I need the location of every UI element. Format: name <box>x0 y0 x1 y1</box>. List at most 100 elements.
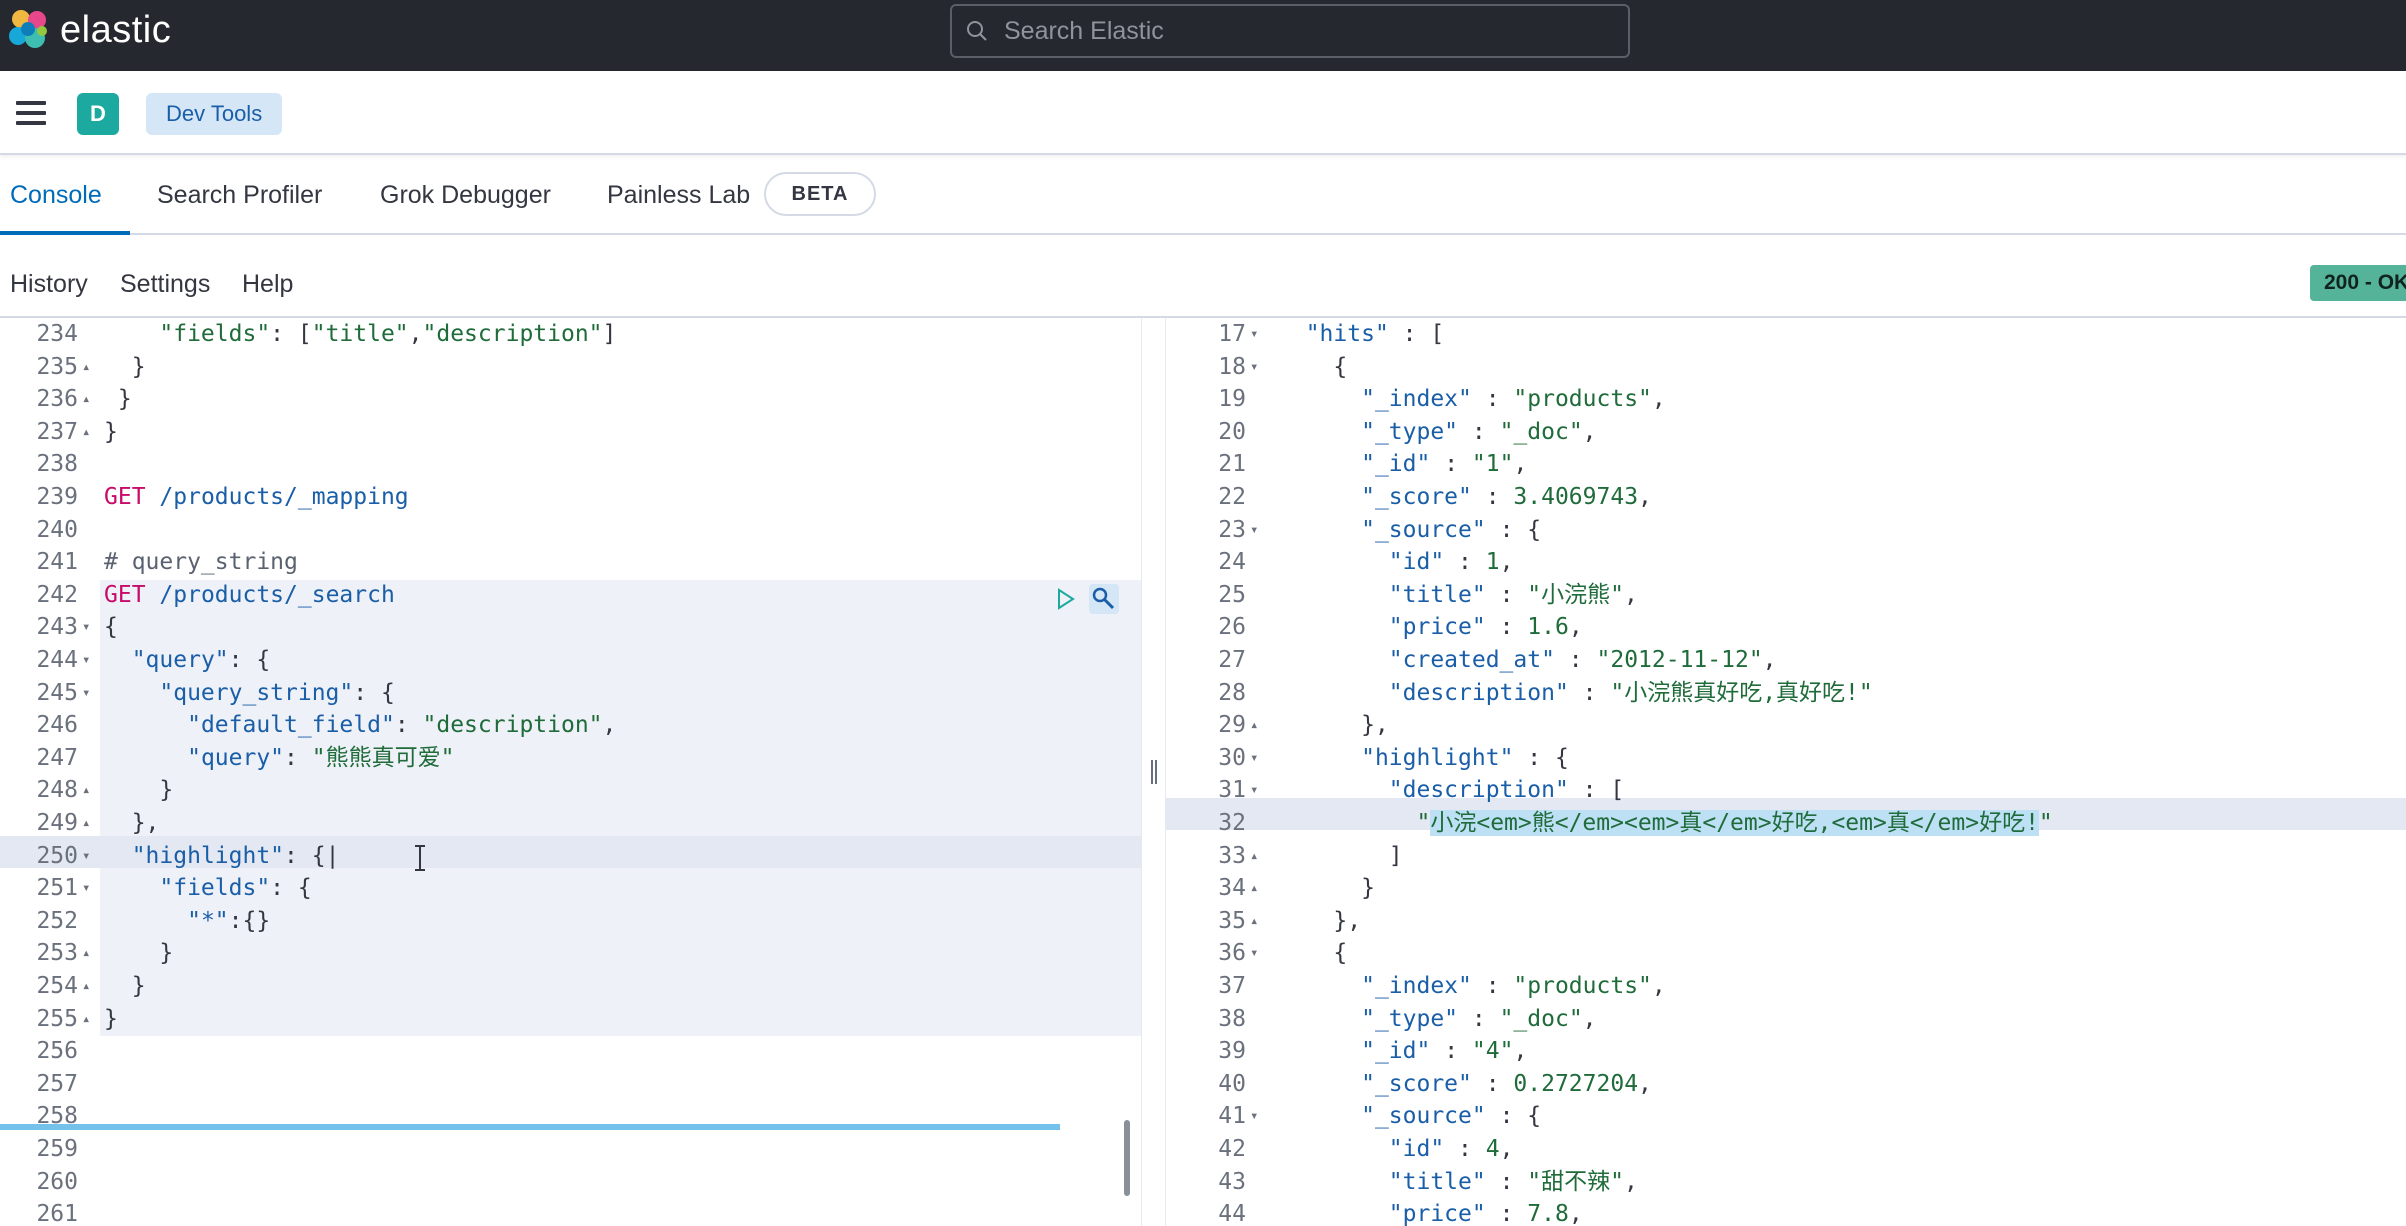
code-line[interactable]: 260 <box>0 1166 1141 1198</box>
code-line[interactable]: 42 "id" : 4, <box>1166 1133 2406 1165</box>
code-line[interactable]: 20 "_type" : "_doc", <box>1166 416 2406 448</box>
code-line[interactable]: 19 "_index" : "products", <box>1166 383 2406 415</box>
code-line[interactable]: 31 ▾ "description" : [ <box>1166 774 2406 806</box>
code-line[interactable]: 40 "_score" : 0.2727204, <box>1166 1068 2406 1100</box>
fold-toggle-icon[interactable]: ▴ <box>82 383 96 415</box>
code-line[interactable]: 247 "query": "熊熊真可爱" <box>0 742 1141 774</box>
code-text: } <box>104 418 118 445</box>
tab-search-profiler[interactable]: Search Profiler <box>157 181 322 210</box>
vertical-scrollbar[interactable] <box>1124 1120 1130 1196</box>
fold-toggle-icon[interactable]: ▴ <box>1250 709 1264 741</box>
code-line[interactable]: 24 "id" : 1, <box>1166 546 2406 578</box>
code-line[interactable]: 248 ▴ } <box>0 774 1141 806</box>
code-line[interactable]: 235 ▴ } <box>0 351 1141 383</box>
elastic-logo[interactable]: elastic <box>6 8 171 52</box>
code-line[interactable]: 28 "description" : "小浣熊真好吃,真好吃!" <box>1166 677 2406 709</box>
code-line[interactable]: 38 "_type" : "_doc", <box>1166 1003 2406 1035</box>
fold-toggle-icon[interactable]: ▴ <box>82 351 96 383</box>
code-line[interactable]: 242 GET /products/_search <box>0 579 1141 611</box>
help-link[interactable]: Help <box>242 270 293 299</box>
code-line[interactable]: 256 <box>0 1035 1141 1067</box>
code-line[interactable]: 241 # query_string <box>0 546 1141 578</box>
fold-toggle-icon[interactable]: ▾ <box>1250 774 1264 806</box>
code-line[interactable]: 33 ▴ ] <box>1166 840 2406 872</box>
wrench-icon[interactable] <box>1089 584 1119 614</box>
fold-toggle-icon[interactable]: ▾ <box>82 611 96 643</box>
code-line[interactable]: 43 "title" : "甜不辣", <box>1166 1166 2406 1198</box>
play-icon[interactable] <box>1053 587 1077 611</box>
fold-toggle-icon[interactable]: ▴ <box>1250 872 1264 904</box>
request-editor[interactable]: 234 "fields": ["title","description"] 235… <box>0 318 1141 1226</box>
code-line[interactable]: 236 ▴ } <box>0 383 1141 415</box>
horizontal-scrollbar[interactable] <box>0 1124 1060 1130</box>
code-line[interactable]: 237 ▴} <box>0 416 1141 448</box>
code-line[interactable]: 240 <box>0 514 1141 546</box>
space-avatar[interactable]: D <box>77 93 119 135</box>
code-line[interactable]: 35 ▴ }, <box>1166 905 2406 937</box>
fold-toggle-icon[interactable]: ▾ <box>1250 318 1264 350</box>
code-line[interactable]: 239 GET /products/_mapping <box>0 481 1141 513</box>
fold-toggle-icon[interactable]: ▴ <box>82 1003 96 1035</box>
fold-toggle-icon[interactable]: ▴ <box>82 937 96 969</box>
code-line[interactable]: 37 "_index" : "products", <box>1166 970 2406 1002</box>
fold-toggle-icon[interactable]: ▾ <box>1250 742 1264 774</box>
code-line[interactable]: 238 <box>0 448 1141 480</box>
code-line[interactable]: 27 "created_at" : "2012-11-12", <box>1166 644 2406 676</box>
fold-toggle-icon[interactable]: ▾ <box>1250 1100 1264 1132</box>
panel-resizer[interactable] <box>1141 318 1166 1226</box>
code-line[interactable]: 234 "fields": ["title","description"] <box>0 318 1141 350</box>
code-line[interactable]: 244 ▾ "query": { <box>0 644 1141 676</box>
code-line[interactable]: 255 ▴} <box>0 1003 1141 1035</box>
code-line[interactable]: 41 ▾ "_source" : { <box>1166 1100 2406 1132</box>
code-line[interactable]: 18 ▾ { <box>1166 351 2406 383</box>
code-line[interactable]: 34 ▴ } <box>1166 872 2406 904</box>
code-line[interactable]: 250 ▾ "highlight": {| <box>0 840 1141 872</box>
fold-toggle-icon[interactable]: ▴ <box>1250 905 1264 937</box>
code-line[interactable]: 251 ▾ "fields": { <box>0 872 1141 904</box>
fold-toggle-icon[interactable]: ▾ <box>1250 514 1264 546</box>
fold-toggle-icon[interactable]: ▴ <box>82 416 96 448</box>
code-line[interactable]: 23 ▾ "_source" : { <box>1166 514 2406 546</box>
fold-toggle-icon[interactable]: ▾ <box>82 872 96 904</box>
fold-toggle-icon[interactable]: ▾ <box>82 840 96 872</box>
breadcrumb[interactable]: Dev Tools <box>146 93 283 135</box>
fold-toggle-icon[interactable]: ▴ <box>82 807 96 839</box>
code-line[interactable]: 261 <box>0 1198 1141 1226</box>
fold-toggle-icon[interactable]: ▾ <box>1250 937 1264 969</box>
code-line[interactable]: 36 ▾ { <box>1166 937 2406 969</box>
fold-toggle-icon[interactable]: ▴ <box>1250 840 1264 872</box>
code-line[interactable]: 254 ▴ } <box>0 970 1141 1002</box>
tab-grok-debugger[interactable]: Grok Debugger <box>380 181 551 210</box>
code-line[interactable]: 30 ▾ "highlight" : { <box>1166 742 2406 774</box>
settings-link[interactable]: Settings <box>120 270 210 299</box>
code-line[interactable]: 249 ▴ }, <box>0 807 1141 839</box>
code-line[interactable]: 32 "小浣<em>熊</em><em>真</em>好吃,<em>真</em>好… <box>1166 807 2406 839</box>
fold-toggle-icon[interactable]: ▾ <box>1250 351 1264 383</box>
code-line[interactable]: 243 ▾ { <box>0 611 1141 643</box>
menu-toggle-icon[interactable] <box>16 101 46 125</box>
code-line[interactable]: 257 <box>0 1068 1141 1100</box>
fold-toggle-icon[interactable]: ▾ <box>82 677 96 709</box>
global-search-input[interactable]: Search Elastic <box>950 4 1630 58</box>
response-editor[interactable]: 17 ▾ "hits" : [18 ▾ {19 "_index" : "produc… <box>1166 318 2406 1226</box>
code-line[interactable]: 25 "title" : "小浣熊", <box>1166 579 2406 611</box>
code-line[interactable]: 26 "price" : 1.6, <box>1166 611 2406 643</box>
tab-console[interactable]: Console <box>10 181 102 210</box>
fold-toggle-icon[interactable]: ▾ <box>82 644 96 676</box>
code-line[interactable]: 21 "_id" : "1", <box>1166 448 2406 480</box>
code-line[interactable]: 259 <box>0 1133 1141 1165</box>
line-number: 260 <box>36 1168 78 1195</box>
code-line[interactable]: 253 ▴ } <box>0 937 1141 969</box>
code-line[interactable]: 245 ▾ "query_string": { <box>0 677 1141 709</box>
code-line[interactable]: 252 "*":{} <box>0 905 1141 937</box>
code-line[interactable]: 29 ▴ }, <box>1166 709 2406 741</box>
fold-toggle-icon[interactable]: ▴ <box>82 774 96 806</box>
code-line[interactable]: 17 ▾ "hits" : [ <box>1166 318 2406 350</box>
tab-painless-lab[interactable]: Painless Lab <box>607 181 750 210</box>
history-link[interactable]: History <box>10 270 88 299</box>
code-line[interactable]: 39 "_id" : "4", <box>1166 1035 2406 1067</box>
code-line[interactable]: 44 "price" : 7.8, <box>1166 1198 2406 1226</box>
fold-toggle-icon[interactable]: ▴ <box>82 970 96 1002</box>
code-line[interactable]: 22 "_score" : 3.4069743, <box>1166 481 2406 513</box>
code-line[interactable]: 246 "default_field": "description", <box>0 709 1141 741</box>
